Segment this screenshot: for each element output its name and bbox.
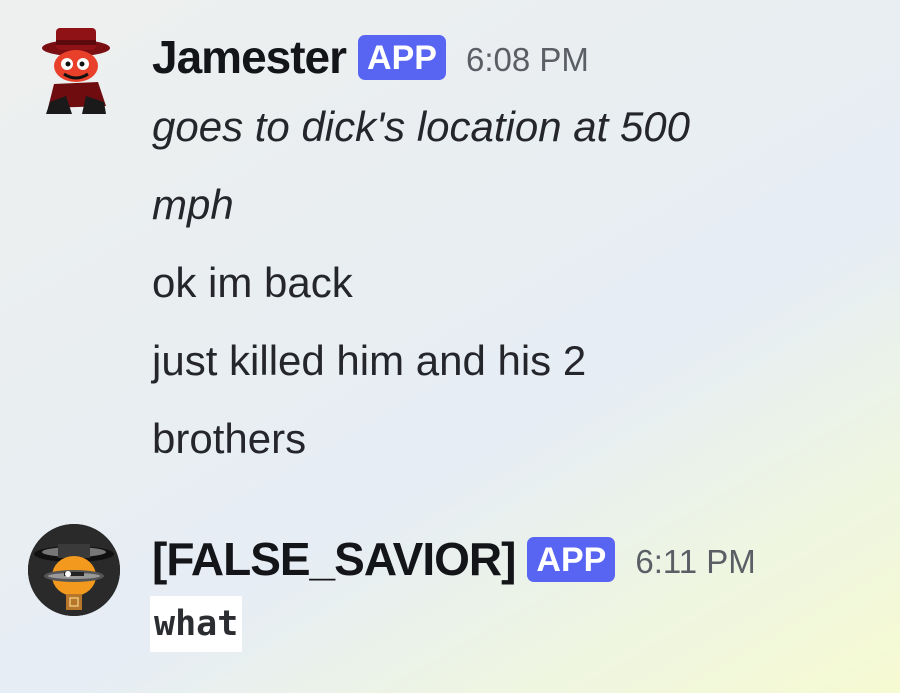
avatar-jamester[interactable] [36,22,116,117]
app-badge: APP [358,34,446,80]
message-header: [FALSE_SAVIOR] APP 6:11 PM [152,532,756,586]
avatar-false-savior[interactable] [28,524,120,616]
message-line: mph [152,181,234,228]
message-false-savior: [FALSE_SAVIOR] APP 6:11 PM what [0,500,900,693]
message-line: brothers [152,415,307,462]
inline-code-message: what [150,596,243,652]
message-jamester: Jamester APP 6:08 PM goes to dick's loca… [0,0,900,480]
username[interactable]: Jamester [152,30,347,84]
red-top-hat-character-icon [42,28,110,114]
message-line: goes to dick's location at 500 [152,103,691,150]
username[interactable]: [FALSE_SAVIOR] [152,532,516,586]
timestamp[interactable]: 6:11 PM [635,537,755,581]
app-badge: APP [527,536,616,582]
message-line: ok im back [152,259,353,306]
message-content: goes to dick's location at 500 mph ok im… [152,88,852,478]
orange-robot-eye-icon [28,524,120,616]
message-header: Jamester APP 6:08 PM [152,30,589,84]
message-line: just killed him and his 2 [152,337,587,384]
timestamp[interactable]: 6:08 PM [466,35,589,79]
